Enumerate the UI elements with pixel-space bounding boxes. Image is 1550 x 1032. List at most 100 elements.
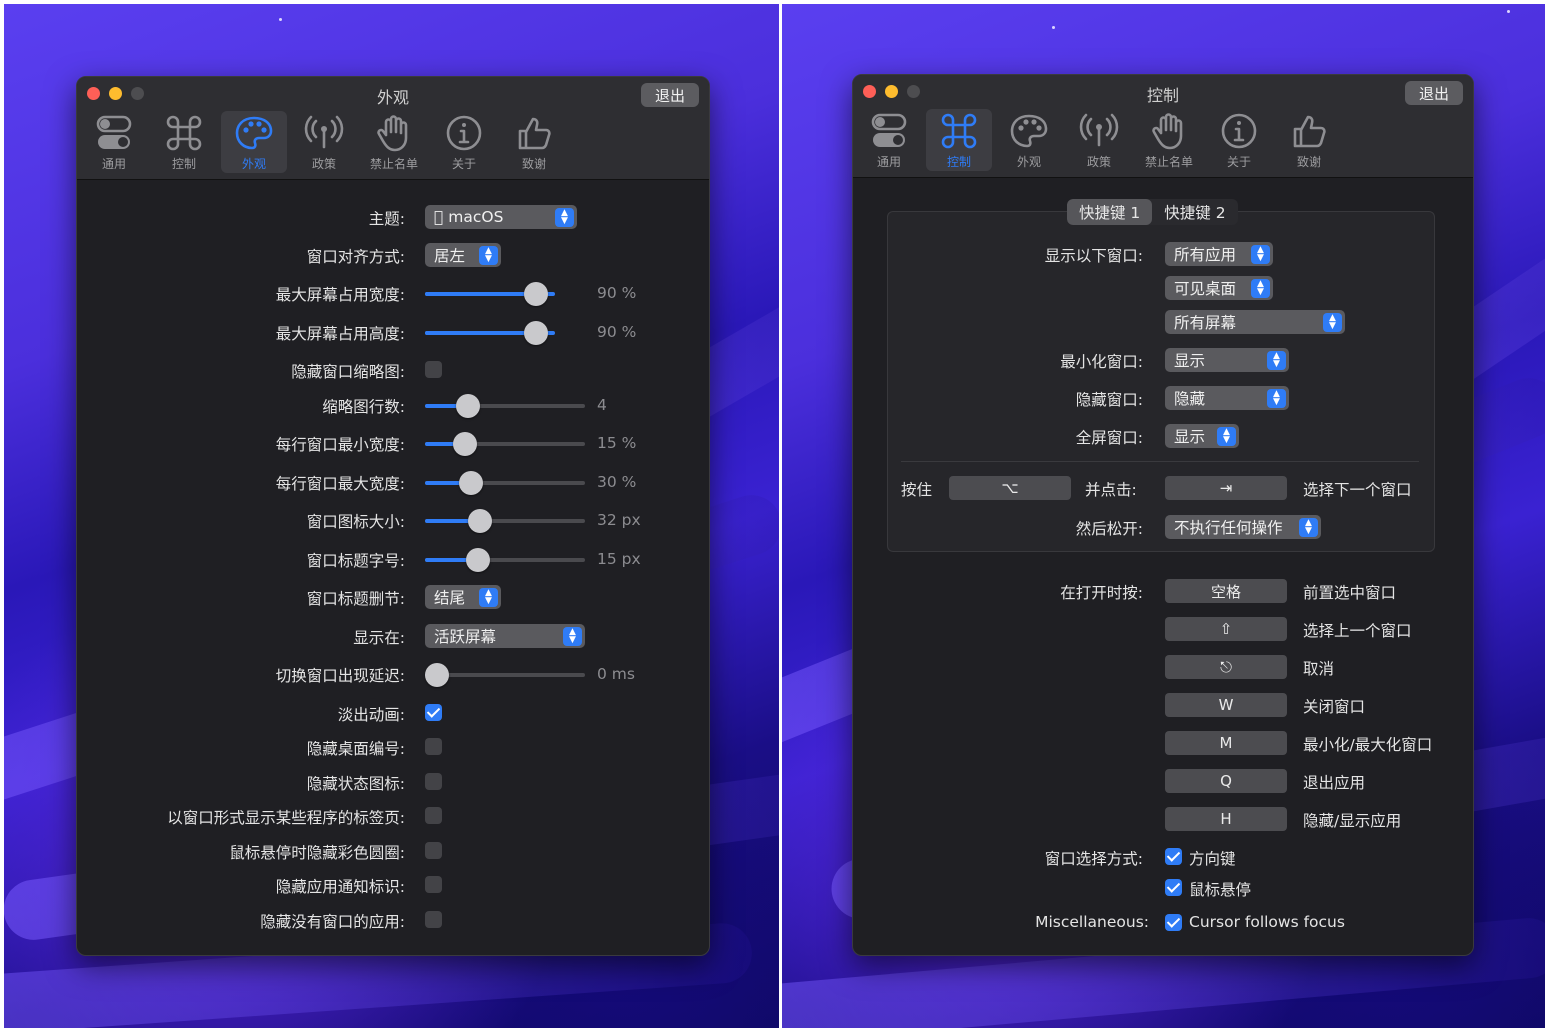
shortcut-key-button[interactable]: M (1165, 731, 1287, 755)
fullscreen-popup[interactable]: 显示 ▲ ▼ (1165, 424, 1239, 448)
tab-label: 外观 (1016, 155, 1041, 169)
chevron-updown-icon: ▲ ▼ (1251, 278, 1270, 298)
hand-icon (377, 115, 408, 152)
shortcut-key-button[interactable]: H (1165, 807, 1287, 831)
divider (779, 0, 782, 1032)
segment-shortcut-1[interactable]: 快捷键 1 (1067, 199, 1153, 225)
theme-popup[interactable]:  macOS ▲▼ (425, 205, 577, 229)
chevron-updown-icon: ▲ ▼ (555, 207, 574, 227)
quit-button[interactable]: 退出 (641, 83, 699, 107)
star (279, 18, 282, 21)
slider-value: 90 % (597, 284, 637, 302)
command-icon (166, 115, 202, 151)
slider-knob[interactable] (468, 509, 492, 533)
tab-label: 通用 (876, 155, 901, 169)
info-icon (1221, 113, 1257, 149)
slider-value: 30 % (597, 473, 637, 491)
slider-knob[interactable] (459, 471, 483, 495)
quit-button[interactable]: 退出 (1405, 81, 1463, 105)
option-checkbox[interactable] (425, 773, 442, 790)
window-title: 外观 (376, 88, 409, 107)
palette-icon (1010, 114, 1048, 148)
next-key-button[interactable]: ⇥ (1165, 476, 1287, 500)
hidden-label: 隐藏窗口: (1075, 391, 1143, 409)
title-truncation-popup[interactable]: 结尾 ▲ ▼ (425, 585, 501, 609)
tab-antenna[interactable]: 政策 (1066, 109, 1132, 171)
option-checkbox[interactable] (425, 704, 442, 721)
setting-slider[interactable] (425, 432, 585, 456)
option-checkbox[interactable] (425, 807, 442, 824)
mouse-hover-checkbox[interactable] (1165, 879, 1182, 896)
cursor-follows-focus-checkbox[interactable] (1165, 914, 1182, 931)
setting-slider[interactable] (425, 509, 585, 533)
tab-command[interactable]: 控制 (926, 109, 992, 171)
setting-slider[interactable] (425, 394, 585, 418)
tab-label: 政策 (1086, 155, 1111, 169)
fullscreen-label: 全屏窗口: (1075, 429, 1143, 447)
star (1052, 26, 1055, 29)
chevron-updown-icon: ▲ ▼ (1267, 350, 1286, 370)
tab-hand[interactable]: 禁止名单 (1136, 109, 1202, 171)
align-label: 窗口对齐方式: (306, 248, 405, 266)
shortcut-key-button[interactable]: Q (1165, 769, 1287, 793)
hidden-popup[interactable]: 隐藏 ▲ ▼ (1165, 386, 1289, 410)
release-popup[interactable]: 不执行任何操作 ▲ ▼ (1165, 515, 1321, 539)
slider-value: 15 % (597, 434, 637, 452)
option-checkbox[interactable] (425, 876, 442, 893)
slider-knob[interactable] (524, 321, 548, 345)
tab-antenna[interactable]: 政策 (291, 111, 357, 173)
tab-info[interactable]: 关于 (1206, 109, 1272, 171)
shortcut-action-label: 取消 (1303, 660, 1335, 678)
tab-thumbs-up[interactable]: 致谢 (501, 111, 567, 173)
setting-slider[interactable] (425, 282, 555, 306)
option-checkbox[interactable] (425, 842, 442, 859)
tab-command[interactable]: 控制 (151, 111, 217, 173)
tab-thumbs-up[interactable]: 致谢 (1276, 109, 1342, 171)
titlebar: 外观 退出 通用 控制 外观 政策 禁止名单 关于 致谢 (77, 77, 709, 180)
show-spaces-popup[interactable]: 可见桌面 ▲ ▼ (1165, 276, 1273, 300)
tab-toggles[interactable]: 通用 (81, 111, 147, 173)
hide-thumbnails-checkbox[interactable] (425, 361, 442, 378)
slider-knob[interactable] (524, 282, 548, 306)
align-popup[interactable]: 居左 ▲ ▼ (425, 243, 501, 267)
tab-palette[interactable]: 外观 (996, 109, 1062, 171)
shortcut-key-button[interactable]: ⇧ (1165, 617, 1287, 641)
release-label: 然后松开: (1075, 520, 1143, 538)
slider-knob[interactable] (456, 394, 480, 418)
option-checkbox[interactable] (425, 738, 442, 755)
tab-info[interactable]: 关于 (431, 111, 497, 173)
shortcut-key-button[interactable]: ⎋ (1165, 655, 1287, 679)
tab-toggles[interactable]: 通用 (856, 109, 922, 171)
theme-label: 主题: (368, 210, 405, 228)
option-checkbox[interactable] (425, 911, 442, 928)
tab-palette[interactable]: 外观 (221, 111, 287, 173)
slider-knob[interactable] (453, 432, 477, 456)
slider-knob[interactable] (425, 663, 449, 687)
hold-key-button[interactable]: ⌥ (949, 476, 1071, 500)
minimized-popup[interactable]: 显示 ▲ ▼ (1165, 348, 1289, 372)
minimized-label: 最小化窗口: (1060, 353, 1143, 371)
show-apps-popup[interactable]: 所有应用 ▲ ▼ (1165, 242, 1273, 266)
delay-slider[interactable] (425, 663, 585, 687)
tab-hand[interactable]: 禁止名单 (361, 111, 427, 173)
shortcut-action-label: 关闭窗口 (1303, 698, 1366, 716)
thumbs-up-icon (1293, 115, 1326, 148)
shortcut-key-button[interactable]: 空格 (1165, 579, 1287, 603)
segment-shortcut-2[interactable]: 快捷键 2 (1152, 199, 1237, 225)
chevron-updown-icon: ▲ ▼ (1299, 517, 1318, 537)
show-screens-popup[interactable]: 所有屏幕 ▲ ▼ (1165, 310, 1345, 334)
arrow-keys-checkbox[interactable] (1165, 848, 1182, 865)
setting-slider[interactable] (425, 321, 555, 345)
setting-slider[interactable] (425, 471, 585, 495)
slider-label: 缩略图行数: (322, 398, 405, 416)
tab-label: 关于 (451, 157, 476, 171)
show-on-popup[interactable]: 活跃屏幕 ▲ ▼ (425, 624, 585, 648)
then-click-label: 并点击: (1085, 481, 1137, 499)
setting-slider[interactable] (425, 548, 585, 572)
slider-value: 90 % (597, 323, 637, 341)
shortcut-key-button[interactable]: W (1165, 693, 1287, 717)
slider-knob[interactable] (466, 548, 490, 572)
hand-icon (1152, 113, 1183, 150)
chevron-updown-icon: ▲ ▼ (563, 626, 582, 646)
open-keys-label: 在打开时按: (1060, 584, 1143, 602)
